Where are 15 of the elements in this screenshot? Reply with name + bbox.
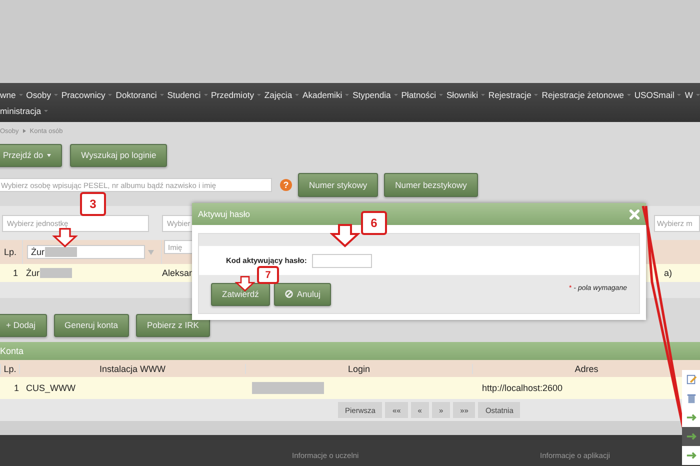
table-cell: a) [664, 268, 672, 278]
dialog-title: Aktywuj hasło [198, 209, 250, 219]
table-cell-text: CUS_WWW [25, 383, 76, 393]
step-callout: 7 [257, 266, 279, 284]
table-cell-text: http://localhost:2600 [481, 383, 564, 393]
column-header: Login [245, 364, 472, 374]
panel-title: Konta [0, 342, 700, 360]
step-callout: 3 [80, 192, 106, 216]
table-cell-text: 1 [12, 268, 19, 278]
table-cell: Żur [26, 268, 40, 278]
step-callout: 6 [361, 211, 387, 235]
column-header: Lp. [3, 247, 18, 257]
table-cell-text: 1 [12, 383, 20, 393]
column-header: Lp. [0, 364, 19, 374]
column-header: Instalacja WWW [19, 364, 245, 374]
